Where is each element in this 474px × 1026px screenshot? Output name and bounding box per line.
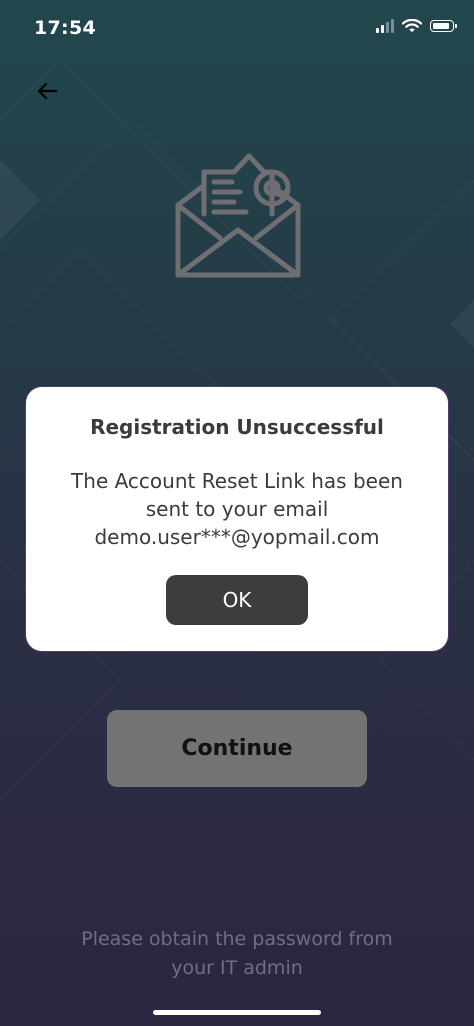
status-bar: 17:54 <box>0 0 474 60</box>
ok-button[interactable]: OK <box>166 575 308 625</box>
cellular-signal-icon <box>376 19 394 33</box>
back-button[interactable] <box>28 72 66 110</box>
dialog-message-line-1: The Account Reset Link has been <box>71 469 403 493</box>
reset-link-screen: 17:54 Registration Unsuccessful The Acco… <box>0 0 474 1026</box>
status-time: 17:54 <box>34 17 96 39</box>
battery-icon <box>430 20 457 32</box>
dialog-message-line-2: sent to your email <box>145 497 329 521</box>
registration-dialog: Registration Unsuccessful The Account Re… <box>26 387 448 651</box>
envelope-email-icon <box>175 153 301 278</box>
status-icons <box>376 19 457 33</box>
footer-note-line-2: your IT admin <box>171 957 303 979</box>
dialog-message-email: demo.user***@yopmail.com <box>94 525 380 549</box>
wifi-icon <box>402 19 422 32</box>
arrow-left-icon <box>37 82 58 100</box>
dialog-title: Registration Unsuccessful <box>90 415 384 439</box>
continue-button[interactable]: Continue <box>107 710 367 787</box>
home-indicator[interactable] <box>153 1010 321 1015</box>
footer-note: Please obtain the password from your IT … <box>30 925 444 983</box>
dialog-message: The Account Reset Link has been sent to … <box>46 467 428 551</box>
footer-note-line-1: Please obtain the password from <box>81 928 393 950</box>
